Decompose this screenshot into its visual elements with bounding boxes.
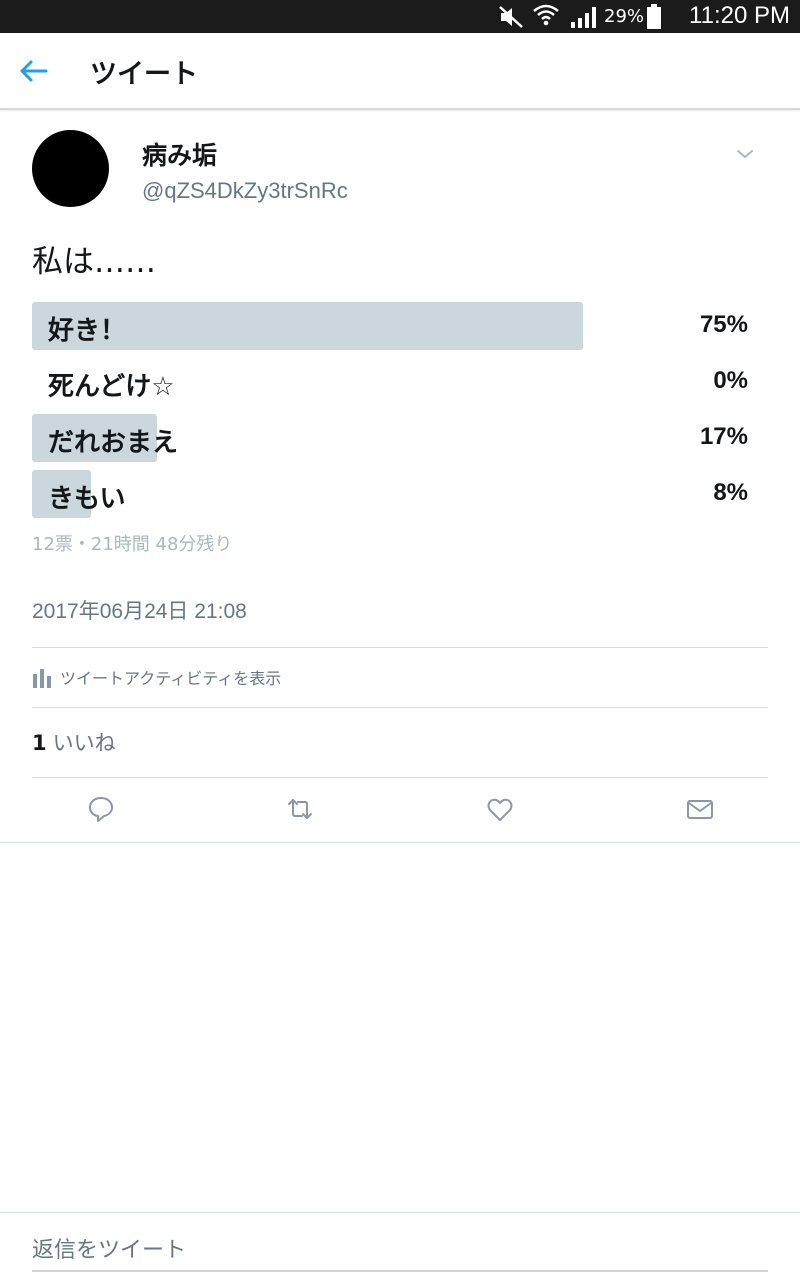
user-handle[interactable]: @qZS4DkZy3trSnRc [142, 178, 348, 204]
reply-input[interactable]: 返信をツイート [32, 1232, 186, 1264]
mute-icon [499, 6, 523, 28]
like-icon[interactable] [485, 794, 515, 824]
tweet-timestamp: 2017年06月24日 21:08 [32, 600, 247, 623]
reply-icon[interactable] [86, 794, 116, 824]
poll-meta: 12票・21時間 48分残り [32, 534, 233, 555]
page-title: ツイート [90, 59, 198, 90]
divider [0, 1212, 800, 1213]
poll-option-label: 好き！ [48, 316, 127, 346]
likes-label: いいね [52, 731, 116, 755]
battery-percent: 29% [604, 6, 645, 27]
poll-option-percent: 8% [713, 479, 748, 506]
poll-option: 死んどけ☆ 0% [32, 358, 752, 406]
status-bar: 29% 11:20 PM [0, 0, 800, 33]
tweet-text: 私は…… [32, 244, 156, 280]
battery-icon [647, 4, 661, 29]
poll-option-percent: 0% [713, 367, 748, 394]
divider [0, 842, 800, 843]
wifi-icon [533, 4, 559, 26]
app-bar: ツイート [0, 33, 800, 110]
status-clock: 11:20 PM [689, 2, 790, 29]
likes-count[interactable]: 1 いいね [32, 727, 116, 757]
divider [32, 777, 768, 778]
poll-option-label: だれおまえ [48, 428, 179, 458]
avatar[interactable] [32, 130, 109, 207]
message-icon[interactable] [685, 794, 715, 824]
divider [32, 707, 768, 708]
chevron-down-icon[interactable] [734, 146, 756, 162]
poll-option-label: 死んどけ☆ [48, 372, 175, 402]
bar-chart-icon [33, 669, 51, 688]
likes-number: 1 [32, 731, 47, 755]
arrow-left-icon[interactable] [18, 57, 50, 85]
poll-option-percent: 17% [699, 423, 748, 450]
poll-option-percent: 75% [699, 311, 748, 338]
divider [32, 647, 768, 648]
retweet-icon[interactable] [285, 794, 315, 824]
poll-option: だれおまえ 17% [32, 414, 752, 462]
display-name[interactable]: 病み垢 [142, 136, 217, 172]
poll-option: 好き！ 75% [32, 302, 752, 350]
signal-icon [571, 7, 596, 28]
poll-option-label: きもい [48, 484, 126, 514]
tweet-activity-label: ツイートアクティビティを表示 [60, 669, 282, 688]
reply-input-underline [32, 1270, 768, 1272]
poll-option: きもい 8% [32, 470, 752, 518]
